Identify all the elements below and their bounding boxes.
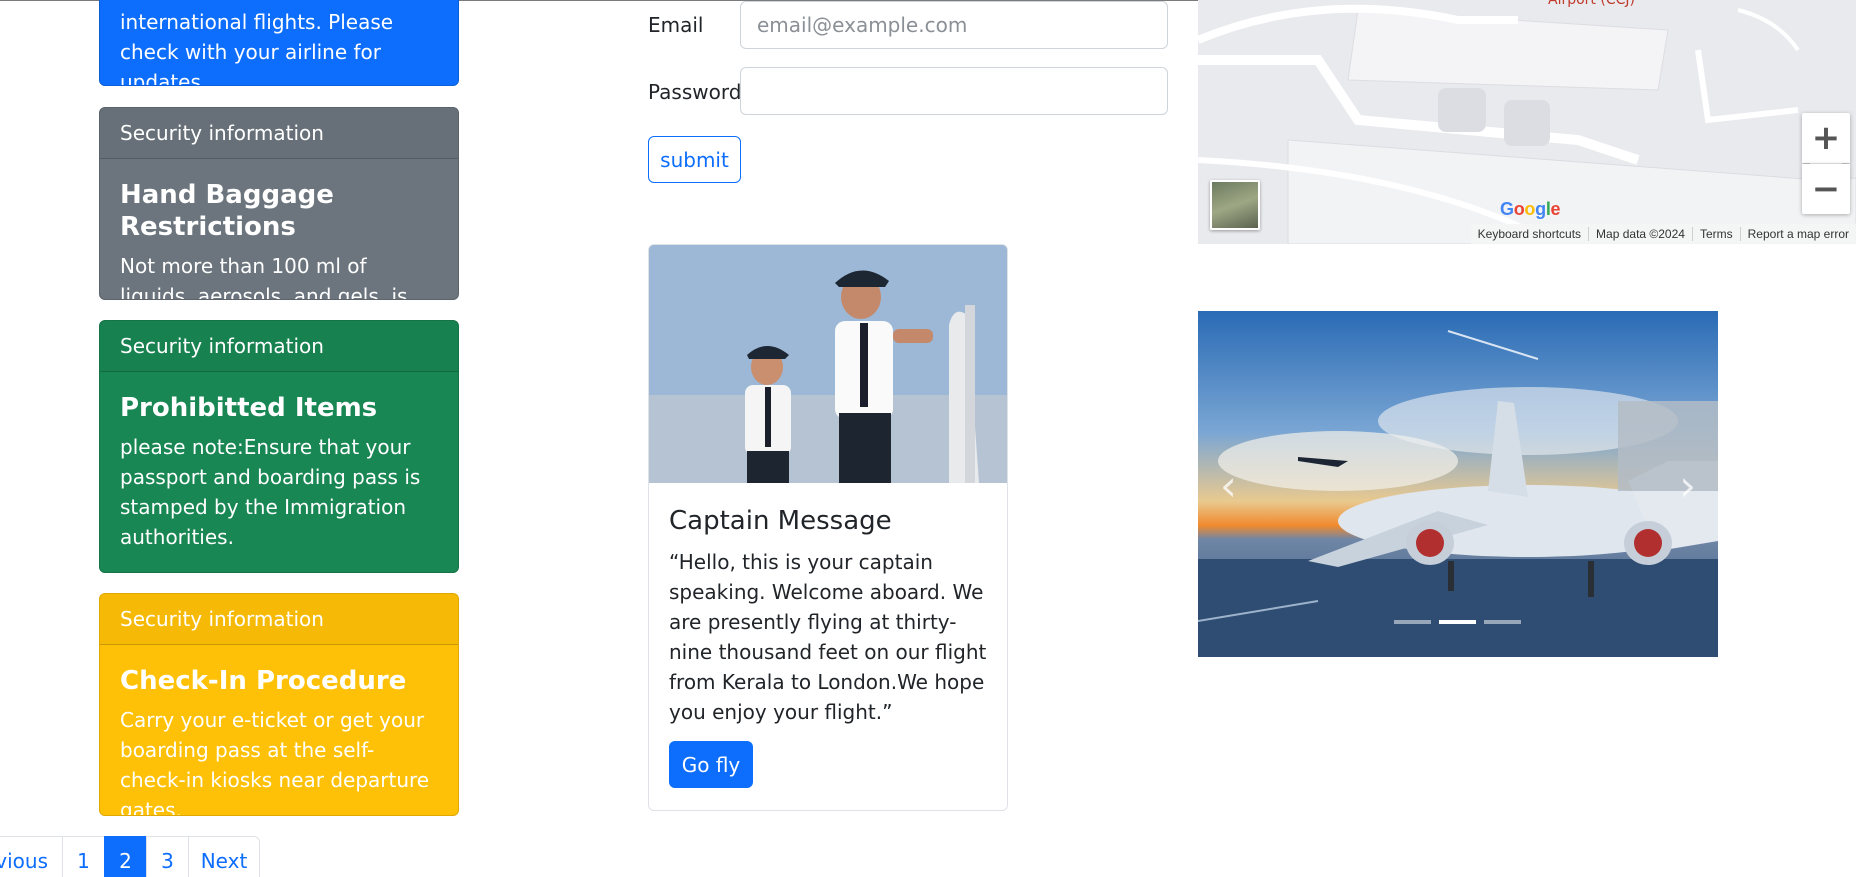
card-title: Hand Baggage Restrictions — [120, 180, 334, 242]
carousel-indicator-1[interactable] — [1394, 620, 1431, 624]
carousel-indicator-2[interactable] — [1439, 620, 1476, 624]
card-text: please note:Ensure that your passport an… — [120, 435, 421, 549]
zoom-in-button[interactable]: + — [1802, 113, 1850, 163]
pagination-previous-label: Previous — [0, 849, 48, 873]
image-carousel: ‹ › — [1198, 311, 1718, 657]
google-map[interactable]: Airport (CCJ) + − Google Keyboard shortc… — [1198, 0, 1856, 244]
keyboard-shortcuts-link[interactable]: Keyboard shortcuts — [1471, 227, 1588, 241]
map-place-label: Airport (CCJ) — [1548, 0, 1635, 8]
pilots-illustration — [649, 245, 1007, 483]
captain-card-title: Captain Message — [669, 506, 892, 536]
satellite-toggle[interactable] — [1210, 180, 1260, 230]
report-map-error-link[interactable]: Report a map error — [1739, 227, 1856, 241]
card-header: Security information — [100, 321, 458, 372]
carousel-indicator-3[interactable] — [1484, 620, 1521, 624]
notice-card-flight-updates: international flights. Please check with… — [99, 0, 459, 86]
submit-button[interactable]: submit — [648, 136, 741, 183]
zoom-out-button[interactable]: − — [1802, 164, 1850, 214]
notice-text: international flights. Please check with… — [120, 10, 394, 86]
notice-card-check-in: Security information Check-In Procedure … — [99, 593, 459, 816]
google-logo: Google — [1500, 199, 1561, 219]
email-label: Email — [648, 13, 704, 37]
notice-card-prohibited-items: Security information Prohibitted Items p… — [99, 320, 459, 573]
pagination-page-2[interactable]: 2 — [104, 836, 147, 877]
go-fly-button[interactable]: Go fly — [669, 741, 753, 788]
password-label: Password — [648, 80, 742, 104]
card-header: Security information — [100, 594, 458, 645]
pagination: Previous 1 2 3 Next — [0, 836, 260, 877]
terms-link[interactable]: Terms — [1691, 227, 1740, 241]
password-field[interactable] — [740, 67, 1168, 115]
captain-card-text: “Hello, this is your captain speaking. W… — [669, 550, 987, 724]
pagination-next[interactable]: Next — [188, 836, 260, 877]
map-data-label: Map data ©2024 — [1588, 227, 1692, 241]
notice-card-hand-baggage: Security information Hand Baggage Restri… — [99, 107, 459, 300]
card-title: Check-In Procedure — [120, 666, 407, 696]
email-field[interactable] — [740, 1, 1168, 49]
card-text: Not more than 100 ml of liquids, aerosol… — [120, 254, 408, 300]
captain-message-card: Captain Message “Hello, this is your cap… — [648, 244, 1008, 811]
airplane-slide-image — [1198, 311, 1718, 657]
pagination-previous[interactable]: Previous — [0, 836, 63, 877]
pilots-image — [649, 245, 1007, 483]
carousel-indicators — [1394, 620, 1521, 624]
card-text: Carry your e-ticket or get your boarding… — [120, 708, 430, 816]
map-footer: Keyboard shortcuts Map data ©2024 Terms … — [1470, 224, 1856, 244]
card-title: Prohibitted Items — [120, 393, 378, 423]
pagination-page-1[interactable]: 1 — [62, 836, 105, 877]
card-header: Security information — [100, 108, 458, 159]
google-logo-g: G — [1500, 199, 1514, 219]
chevron-left-icon[interactable]: ‹ — [1220, 461, 1237, 510]
pagination-page-3[interactable]: 3 — [146, 836, 189, 877]
chevron-right-icon[interactable]: › — [1679, 461, 1696, 510]
